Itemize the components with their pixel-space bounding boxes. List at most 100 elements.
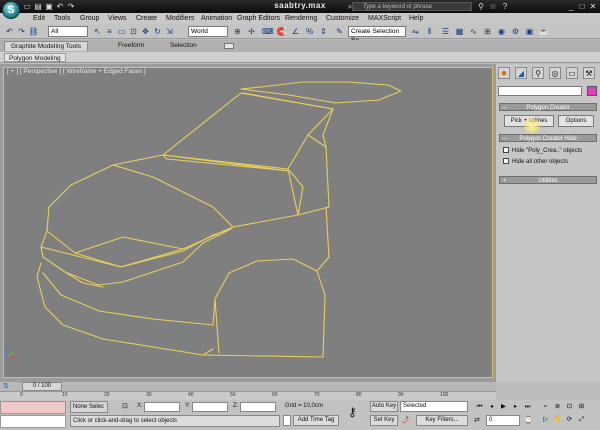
maxscript-listener-output[interactable]	[0, 415, 66, 428]
menu-views[interactable]: Views	[108, 14, 127, 23]
mirror-icon[interactable]: ⇋	[410, 26, 421, 37]
menu-group[interactable]: Group	[80, 14, 99, 23]
rollout-polygon-creator-hide[interactable]: – Polygon Creator Hide	[499, 134, 597, 142]
curve-editor-icon[interactable]: ∿	[468, 26, 479, 37]
keyboard-shortcut-icon[interactable]: ⌨	[262, 26, 274, 37]
scale-icon[interactable]: ⇲	[164, 26, 175, 37]
menu-modifiers[interactable]: Modifiers	[166, 14, 194, 23]
window-crossing-icon[interactable]: ⊡	[128, 26, 139, 37]
layer-manager-icon[interactable]: ☰	[440, 26, 451, 37]
zoom-all-icon[interactable]: ⊕	[552, 402, 563, 412]
edit-named-selection-icon[interactable]: ✎	[334, 26, 345, 37]
zoom-icon[interactable]: ⌕	[540, 402, 551, 412]
menu-maxscript[interactable]: MAXScript	[368, 14, 401, 23]
tab-graphite-modeling-tools[interactable]: Graphite Modeling Tools	[4, 41, 88, 51]
motion-tab-icon[interactable]: ◎	[549, 67, 561, 79]
checkbox-box[interactable]	[503, 158, 509, 164]
x-coord-field[interactable]	[144, 402, 180, 412]
zoom-extents-icon[interactable]: ⊡	[564, 402, 575, 412]
maxscript-listener-input[interactable]	[0, 401, 66, 414]
go-to-start-icon[interactable]: ⏮	[474, 402, 485, 412]
close-icon[interactable]: ✕	[588, 2, 598, 11]
current-frame-field[interactable]: 0	[486, 415, 520, 426]
mini-curve-editor-icon[interactable]: ⇅	[3, 382, 9, 390]
modify-tab-icon[interactable]: ◢	[515, 67, 527, 79]
time-slider[interactable]	[0, 382, 496, 391]
y-coord-field[interactable]	[192, 402, 228, 412]
go-to-end-icon[interactable]: ⏭	[522, 402, 533, 412]
binoculars-icon[interactable]: ⚲	[476, 2, 486, 11]
menu-animation[interactable]: Animation	[201, 14, 232, 23]
object-color-swatch[interactable]	[587, 86, 597, 96]
named-selection-dropdown[interactable]: Create Selection Se	[348, 26, 406, 44]
field-of-view-icon[interactable]: ▷	[540, 415, 551, 425]
track-bar[interactable]	[0, 391, 496, 400]
auto-key-button[interactable]: Auto Key	[370, 401, 398, 412]
render-setup-icon[interactable]: ⚙	[510, 26, 521, 37]
lock-selection-icon[interactable]: ⊡	[122, 402, 132, 412]
checkbox-box[interactable]	[503, 147, 509, 153]
schematic-view-icon[interactable]: ⊞	[482, 26, 493, 37]
tab-freeform[interactable]: Freeform	[112, 41, 150, 51]
menu-help[interactable]: Help	[409, 14, 423, 23]
zoom-extents-all-icon[interactable]: ⊞	[576, 402, 587, 412]
default-tangents-icon[interactable]: ⤴	[402, 415, 414, 426]
hide-poly-checkbox[interactable]: Hide "Poly_Crea.." objects	[503, 147, 582, 156]
pan-view-icon[interactable]: ✋	[552, 415, 563, 425]
next-frame-icon[interactable]: ▸	[510, 402, 521, 412]
time-slider-handle[interactable]: 0 / 100	[22, 382, 62, 391]
percent-snap-icon[interactable]: %	[304, 26, 315, 37]
open-file-icon[interactable]: ▤	[33, 2, 43, 11]
tab-selection[interactable]: Selection	[164, 41, 203, 51]
rect-select-icon[interactable]: ▭	[116, 26, 127, 37]
star-icon[interactable]: ☆	[488, 2, 498, 11]
menu-customize[interactable]: Customize	[326, 14, 359, 23]
pivot-center-icon[interactable]: ⊕	[232, 26, 243, 37]
rendered-frame-icon[interactable]: ▣	[524, 26, 535, 37]
add-time-tag-button[interactable]: Add Time Tag	[293, 415, 339, 426]
orbit-icon[interactable]: ⟳	[564, 415, 575, 425]
select-manipulate-icon[interactable]: ✢	[246, 26, 257, 37]
utilities-tab-icon[interactable]: ⚒	[583, 67, 595, 79]
key-icon[interactable]: ⚷	[348, 405, 366, 419]
graphite-toggle-icon[interactable]: ▦	[454, 26, 465, 37]
display-tab-icon[interactable]: ▭	[566, 67, 578, 79]
help-icon[interactable]: ?	[500, 2, 510, 11]
link-icon[interactable]: ⛓	[28, 26, 39, 37]
time-tag-lock-icon[interactable]	[283, 415, 291, 426]
snaps-toggle-icon[interactable]: 🧲	[276, 26, 287, 37]
undo-icon[interactable]: ↶	[55, 2, 65, 11]
maximize-viewport-icon[interactable]: ⤢	[576, 415, 587, 425]
rollout-polygon-creator[interactable]: – Polygon Creator	[499, 103, 597, 111]
hierarchy-tab-icon[interactable]: ⚲	[532, 67, 544, 79]
render-production-icon[interactable]: ☕	[538, 26, 549, 37]
key-filters-button[interactable]: Key Filters...	[416, 415, 468, 426]
key-mode-dropdown[interactable]: Selected	[400, 401, 468, 412]
select-by-name-icon[interactable]: ≡	[104, 26, 115, 37]
polygon-modeling-panel[interactable]: Polygon Modeling	[4, 53, 66, 62]
previous-frame-icon[interactable]: ◂	[486, 402, 497, 412]
new-file-icon[interactable]: ▭	[22, 2, 32, 11]
menu-rendering[interactable]: Rendering	[285, 14, 317, 23]
redo-toolbar-icon[interactable]: ↷	[16, 26, 27, 37]
material-editor-icon[interactable]: ◉	[496, 26, 507, 37]
undo-toolbar-icon[interactable]: ↶	[4, 26, 15, 37]
play-icon[interactable]: ▶	[498, 402, 509, 412]
reference-coord-dropdown[interactable]: World	[188, 26, 228, 37]
selection-filter-dropdown[interactable]: All	[48, 26, 88, 37]
options-button[interactable]: Options	[558, 115, 594, 127]
menu-create[interactable]: Create	[136, 14, 157, 23]
menu-graph-editors[interactable]: Graph Editors	[237, 14, 280, 23]
time-config-icon[interactable]: ⌚	[524, 415, 534, 426]
object-name-field[interactable]	[498, 86, 582, 96]
maximize-icon[interactable]: □	[577, 2, 587, 11]
spinner-snap-icon[interactable]: ⇕	[318, 26, 329, 37]
search-input[interactable]: Type a keyword or phrase	[352, 2, 472, 11]
move-icon[interactable]: ✥	[140, 26, 151, 37]
angle-snap-icon[interactable]: ∠	[290, 26, 301, 37]
hide-all-checkbox[interactable]: Hide all other objects	[503, 158, 568, 167]
save-file-icon[interactable]: ▣	[44, 2, 54, 11]
app-logo-icon[interactable]: S	[2, 1, 20, 19]
menu-tools[interactable]: Tools	[54, 14, 70, 23]
menu-edit[interactable]: Edit	[33, 14, 45, 23]
